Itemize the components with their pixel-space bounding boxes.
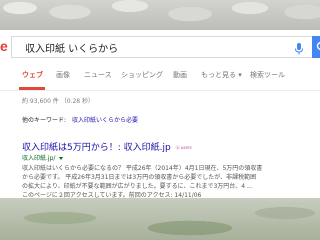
microphone-icon[interactable] [294,41,304,55]
tab-news[interactable]: ニュース [84,70,112,80]
result-title-link[interactable]: 収入印紙は5万円から！: 収入印紙.jp [22,143,171,153]
tab-more[interactable]: もっと見る ▾ [201,70,242,80]
result-stats: 約 93,600 件 （0.28 秒） [22,98,94,105]
search-box[interactable]: 収入印紙 いくらから [11,36,320,58]
other-keywords-link[interactable]: 収入印紙いくらから必要 [72,117,138,124]
search-results-page: e 収入印紙 いくらから ウェブ 画像 ニュース ショッピング 動画 もっと見る… [0,30,320,202]
snippet-line: の拡大により、印紙が不要な範囲が広がりました。要するに、これまで3万円台、4 .… [22,183,253,190]
search-tabs: ウェブ 画像 ニュース ショッピング 動画 もっと見る ▾ 検索ツール [0,66,320,91]
tab-web[interactable]: ウェブ [22,70,43,80]
background-bottom-texture [0,198,320,240]
url-dropdown-arrow-icon[interactable] [59,157,64,160]
result-title-row: 収入印紙は5万円から！: 収入印紙.jp ⓑ users [22,140,192,153]
other-keywords-label: 他のキーワード: [22,117,67,124]
result-url: 収入印紙.jp/ [22,155,56,162]
google-logo-fragment[interactable]: e [0,38,8,54]
result-snippet: 収入印紙はいくらから必要になるの？ 平成26年（2014年）4月1日現在、5万円… [22,164,320,200]
search-input[interactable]: 収入印紙 いくらから [25,40,118,55]
bookmark-users-badge[interactable]: ⓑ users [176,145,192,150]
active-tab-indicator [19,87,45,90]
snippet-line: 収入印紙はいくらから必要になるの？ 平成26年（2014年）4月1日現在、5万円… [22,165,263,172]
search-button[interactable] [312,36,320,58]
background-top-texture [0,0,320,30]
tab-search-tools[interactable]: 検索ツール [250,70,285,80]
tab-images[interactable]: 画像 [56,70,70,80]
tab-videos[interactable]: 動画 [173,70,187,80]
tab-shopping[interactable]: ショッピング [121,70,163,80]
other-keywords: 他のキーワード: 収入印紙いくらから必要 [22,115,138,124]
search-icon [316,41,320,51]
snippet-line: から必要です。 平成26年3月31日までは3万円の領収書から必要でしたが、非課税… [22,174,257,181]
result-url-row: 収入印紙.jp/ [22,153,64,162]
